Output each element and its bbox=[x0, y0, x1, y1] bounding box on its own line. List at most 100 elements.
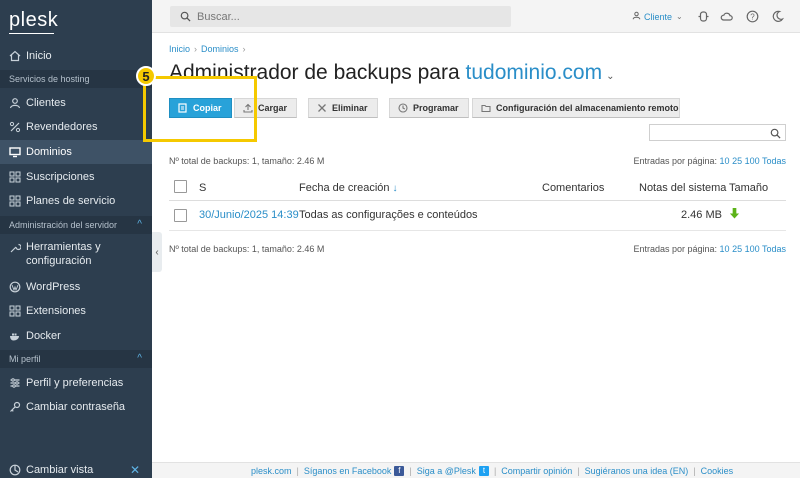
per-page-100[interactable]: 100 bbox=[745, 244, 760, 254]
twitter-icon[interactable]: t bbox=[478, 465, 489, 476]
footer-link-suggest[interactable]: Sugiéranos una idea (EN) bbox=[585, 466, 689, 476]
sidebar-item-planes[interactable]: Planes de servicio bbox=[0, 189, 152, 213]
user-icon bbox=[9, 97, 21, 109]
tools-icon bbox=[9, 242, 21, 254]
footer-separator: | bbox=[296, 465, 299, 476]
help-icon[interactable]: ? bbox=[746, 10, 759, 23]
footer-separator: | bbox=[577, 465, 580, 476]
sidebar-item-dominios[interactable]: Dominios bbox=[0, 140, 152, 164]
column-header-created[interactable]: Fecha de creación ↓ bbox=[299, 176, 398, 200]
sidebar-item-label: Dominios bbox=[26, 146, 72, 158]
breadcrumb-separator: › bbox=[242, 44, 246, 54]
section-servicios-hosting: Servicios de hosting bbox=[0, 70, 152, 88]
profile-icon bbox=[9, 377, 21, 389]
select-all-checkbox[interactable] bbox=[174, 180, 187, 193]
chevron-down-icon: ⌄ bbox=[676, 12, 683, 21]
column-header-s[interactable]: S bbox=[199, 176, 206, 200]
per-page-all[interactable]: Todas bbox=[762, 244, 786, 254]
footer-link-plesk[interactable]: plesk.com bbox=[251, 466, 292, 476]
svg-text:?: ? bbox=[750, 12, 755, 21]
schedule-button[interactable]: Programar bbox=[389, 98, 469, 118]
per-page-selector-bottom: Entradas por página: 10 25 100 Todas bbox=[633, 244, 786, 254]
footer-link-feedback[interactable]: Compartir opinión bbox=[501, 466, 572, 476]
clock-icon bbox=[398, 103, 408, 113]
search-input[interactable]: Buscar... bbox=[170, 6, 511, 27]
per-page-selector: Entradas por página: 10 25 100 Todas bbox=[633, 156, 786, 166]
sidebar-item-suscripciones[interactable]: Suscripciones bbox=[0, 165, 152, 189]
per-page-10[interactable]: 10 bbox=[720, 244, 730, 254]
sidebar-item-inicio[interactable]: Inicio bbox=[0, 44, 152, 68]
user-menu[interactable]: Cliente ⌄ bbox=[632, 11, 683, 22]
cloud-icon[interactable] bbox=[720, 10, 733, 23]
sidebar-item-clientes[interactable]: Clientes bbox=[0, 91, 152, 115]
chevron-up-icon: ^ bbox=[137, 219, 142, 230]
sidebar-item-label: Revendedores bbox=[26, 121, 98, 133]
backup-summary-bottom: Nº total de backups: 1, tamaño: 2.46 M bbox=[169, 244, 325, 254]
delete-button-label: Eliminar bbox=[332, 103, 368, 113]
section-label: Servicios de hosting bbox=[9, 74, 90, 84]
column-header-notes[interactable]: Notas del sistema bbox=[639, 176, 726, 200]
grid-icon bbox=[9, 171, 21, 183]
footer-separator: | bbox=[693, 465, 696, 476]
step-badge: 5 bbox=[136, 66, 156, 86]
home-icon bbox=[9, 50, 21, 62]
breadcrumb-inicio[interactable]: Inicio bbox=[169, 44, 190, 54]
per-page-10[interactable]: 10 bbox=[720, 156, 730, 166]
column-header-size[interactable]: Tamaño bbox=[729, 176, 768, 200]
search-icon bbox=[180, 11, 191, 22]
change-view-button[interactable]: Cambiar vista ✕ bbox=[0, 462, 152, 478]
sidebar-item-extensiones[interactable]: Extensiones bbox=[0, 299, 152, 323]
section-administracion[interactable]: Administración del servidor ^ bbox=[0, 216, 152, 234]
footer-link-cookies[interactable]: Cookies bbox=[701, 466, 734, 476]
section-label: Mi perfil bbox=[9, 354, 41, 364]
sidebar-item-docker[interactable]: Docker bbox=[0, 324, 152, 348]
backup-notes: 2.46 MB bbox=[681, 209, 722, 221]
backup-date-link[interactable]: 30/Junio/2025 14:39 bbox=[199, 209, 299, 221]
sidebar-item-revendedores[interactable]: Revendedores bbox=[0, 115, 152, 139]
download-icon[interactable] bbox=[729, 207, 740, 223]
plesk-logo[interactable]: plesk bbox=[9, 9, 58, 32]
row-checkbox[interactable] bbox=[174, 209, 187, 222]
remote-storage-button[interactable]: Configuración del almacenamiento remoto bbox=[472, 98, 680, 118]
sidebar-item-perfil[interactable]: Perfil y preferencias bbox=[0, 371, 152, 395]
folder-icon bbox=[481, 103, 491, 113]
close-icon[interactable]: ✕ bbox=[130, 463, 140, 477]
table-header-divider bbox=[169, 200, 786, 201]
sidebar-item-label: Perfil y preferencias bbox=[26, 377, 124, 389]
topbar: Buscar... Cliente ⌄ ? bbox=[152, 0, 800, 33]
sidebar: plesk Inicio Servicios de hosting Client… bbox=[0, 0, 152, 478]
moon-icon[interactable] bbox=[771, 10, 784, 23]
subscription-icon[interactable] bbox=[697, 10, 710, 23]
section-label: Administración del servidor bbox=[9, 220, 118, 230]
per-page-25[interactable]: 25 bbox=[732, 244, 742, 254]
sidebar-item-contrasena[interactable]: Cambiar contraseña bbox=[0, 395, 152, 419]
chevron-down-icon[interactable]: ⌄ bbox=[606, 71, 614, 82]
delete-button[interactable]: Eliminar bbox=[308, 98, 378, 118]
sidebar-item-label: Extensiones bbox=[26, 305, 86, 317]
breadcrumb: Inicio › Dominios › bbox=[169, 44, 250, 54]
per-page-all[interactable]: Todas bbox=[762, 156, 786, 166]
facebook-icon[interactable]: f bbox=[394, 465, 405, 476]
wordpress-icon bbox=[9, 281, 21, 293]
backup-summary: Nº total de backups: 1, tamaño: 2.46 M bbox=[169, 156, 325, 166]
sidebar-item-herramientas[interactable]: Herramientas y configuración bbox=[0, 238, 152, 272]
footer-link-facebook[interactable]: Síganos en Facebook bbox=[304, 466, 392, 476]
per-page-25[interactable]: 25 bbox=[732, 156, 742, 166]
footer: plesk.com | Síganos en Facebook f | Siga… bbox=[152, 462, 800, 478]
list-search-input[interactable] bbox=[649, 124, 786, 141]
sidebar-item-wordpress[interactable]: WordPress bbox=[0, 275, 152, 299]
user-menu-label: Cliente bbox=[644, 11, 673, 22]
per-page-label: Entradas por página: bbox=[633, 156, 718, 166]
page-title-domain[interactable]: tudominio.com bbox=[466, 61, 603, 84]
logo-underline bbox=[9, 33, 54, 34]
per-page-label: Entradas por página: bbox=[633, 244, 718, 254]
tutorial-highlight: 5 bbox=[136, 66, 257, 142]
sidebar-item-label: Cambiar contraseña bbox=[26, 401, 126, 413]
column-header-comments[interactable]: Comentarios bbox=[542, 176, 604, 200]
section-mi-perfil[interactable]: Mi perfil ^ bbox=[0, 350, 152, 368]
breadcrumb-dominios[interactable]: Dominios bbox=[201, 44, 239, 54]
per-page-100[interactable]: 100 bbox=[745, 156, 760, 166]
user-icon bbox=[632, 11, 641, 22]
sidebar-item-label: Docker bbox=[26, 330, 61, 342]
footer-link-twitter[interactable]: Siga a @Plesk bbox=[417, 466, 476, 476]
